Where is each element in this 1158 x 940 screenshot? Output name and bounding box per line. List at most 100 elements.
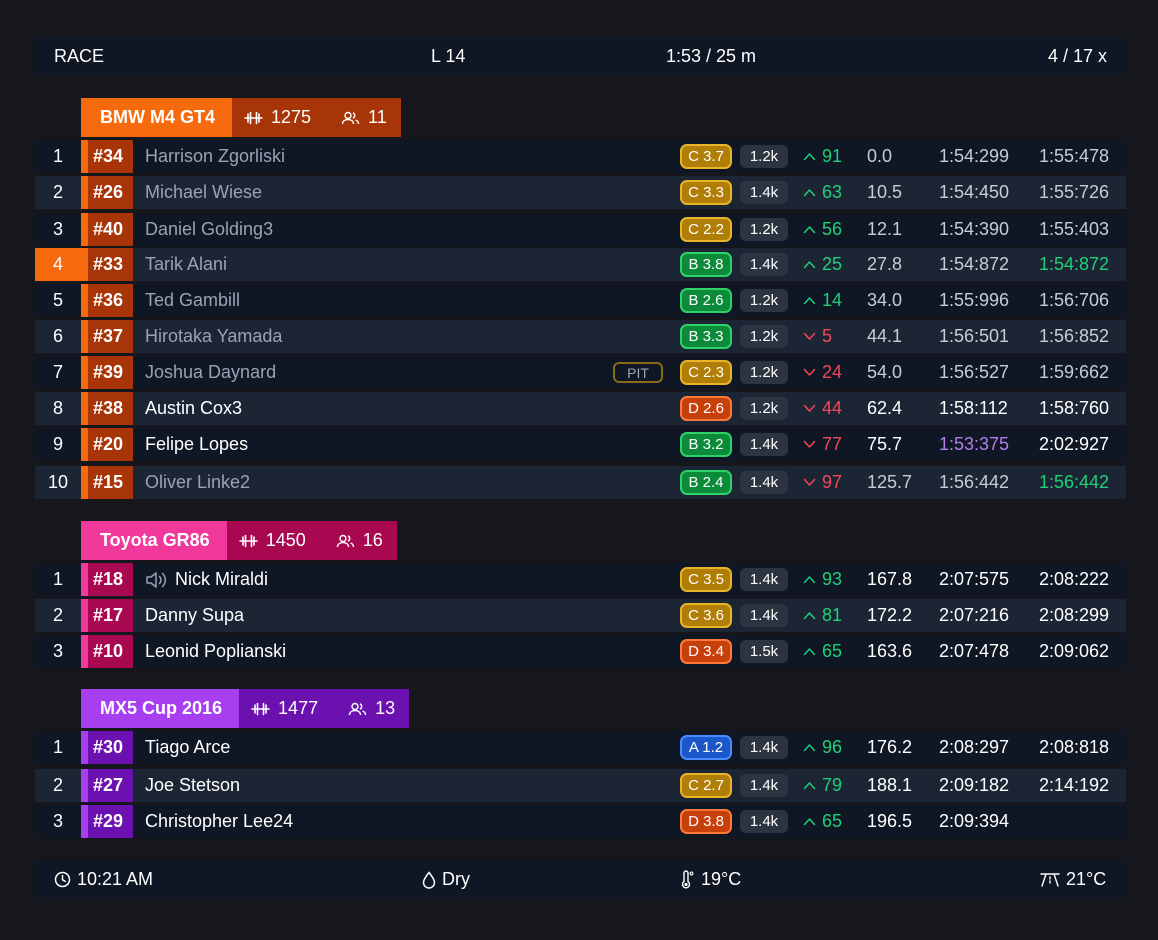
license-badge: D 3.4 [680, 639, 732, 664]
delta-value: 65 [822, 641, 843, 661]
table-row[interactable]: 1 #30 Tiago Arce A 1.2 1.4k 96 176.2 2:08:297 2:… [35, 731, 1126, 764]
table-row[interactable]: 9 #20 Felipe Lopes B 3.2 1.4k 77 75.7 1:53:375 2… [35, 428, 1126, 461]
car-number-text: #17 [93, 605, 124, 625]
driver-cell[interactable]: Felipe Lopes [145, 428, 248, 461]
class-name: MX5 Cup 2016 [81, 689, 240, 728]
driver-name: Tiago Arce [145, 737, 231, 757]
car-number-text: #36 [93, 290, 124, 310]
speaker-icon [145, 570, 169, 590]
car-number-text: #10 [93, 641, 124, 661]
car-number: #20 [81, 428, 133, 461]
driver-name: Joshua Daynard [145, 362, 277, 382]
delta-value: 97 [822, 472, 843, 492]
table-row[interactable]: 6 #37 Hirotaka Yamada B 3.3 1.2k 5 44.1 1:56:50… [35, 320, 1126, 353]
irating-badge: 1.4k [740, 774, 788, 797]
driver-name: Leonid Poplianski [145, 641, 287, 661]
driver-name: Daniel Golding3 [145, 219, 274, 239]
driver-cell[interactable]: Joshua Daynard [145, 356, 276, 389]
delta-value: 65 [822, 811, 843, 831]
driver-cell[interactable]: Leonid Poplianski [145, 635, 286, 668]
class-color-stripe [81, 563, 88, 596]
table-row[interactable]: 2 #17 Danny Supa C 3.6 1.4k 81 172.2 2:07:216 2:… [35, 599, 1126, 632]
irating-badge: 1.2k [740, 325, 788, 348]
position: 9 [52, 434, 63, 454]
driver-cell[interactable]: Austin Cox3 [145, 392, 242, 425]
last-lap: 1:55:726 [1039, 182, 1110, 202]
best-lap: 1:54:872 [939, 254, 1010, 274]
class-color-stripe [81, 428, 88, 461]
license-badge: C 2.7 [680, 773, 732, 798]
driver-name: Oliver Linke2 [145, 472, 251, 492]
last-lap: 1:54:872 [1039, 254, 1110, 274]
delta-value: 25 [822, 254, 843, 274]
license-badge: D 2.6 [680, 396, 732, 421]
table-row[interactable]: 7 #39 Joshua Daynard PIT C 2.3 1.2k 24 54.0 1:56… [35, 356, 1126, 389]
class-color-stripe [81, 320, 88, 353]
table-row[interactable]: 2 #26 Michael Wiese C 3.3 1.4k 63 10.5 1:54:450… [35, 176, 1126, 209]
driver-cell[interactable]: Nick Miraldi [145, 563, 268, 596]
driver-cell[interactable]: Tarik Alani [145, 248, 227, 281]
gap-to-leader: 167.8 [867, 569, 913, 589]
delta-value: 77 [822, 434, 843, 454]
car-number-text: #40 [93, 219, 124, 239]
class-stats: 1477 13 [239, 689, 410, 728]
irating-badge: 1.4k [740, 568, 788, 591]
table-row[interactable]: 3 #29 Christopher Lee24 D 3.8 1.4k 65 196.5 2:0… [35, 805, 1126, 838]
driver-cell[interactable]: Michael Wiese [145, 176, 262, 209]
table-row[interactable]: 1 #18 Nick Miraldi C 3.5 1.4k 93 167.8 2:07:575… [35, 563, 1126, 596]
car-number: #27 [81, 769, 133, 802]
position: 10 [47, 472, 69, 492]
gap-to-leader: 27.8 [867, 254, 903, 274]
delta-value: 93 [822, 569, 843, 589]
table-row[interactable]: 2 #27 Joe Stetson C 2.7 1.4k 79 188.1 2:09:182 2… [35, 769, 1126, 802]
delta-value: 56 [822, 219, 843, 239]
license-badge: B 3.3 [680, 324, 732, 349]
driver-cell[interactable]: Harrison Zgorliski [145, 140, 285, 173]
delta-value: 79 [822, 775, 843, 795]
thermometer-icon [679, 869, 695, 890]
irating-delta: 65 [803, 805, 842, 838]
class-color-stripe [81, 635, 88, 668]
delta-value: 91 [822, 146, 843, 166]
driver-cell[interactable]: Tiago Arce [145, 731, 230, 764]
table-row[interactable]: 3 #40 Daniel Golding3 C 2.2 1.2k 56 12.1 1:54:3… [35, 213, 1126, 246]
table-row[interactable]: 10 #15 Oliver Linke2 B 2.4 1.4k 97 125.7 1:56:4… [35, 466, 1126, 499]
irating-delta: 25 [803, 248, 842, 281]
droplet-icon [422, 870, 436, 889]
driver-cell[interactable]: Daniel Golding3 [145, 213, 273, 246]
table-row[interactable]: 3 #10 Leonid Poplianski D 3.4 1.5k 65 163.6 2:0… [35, 635, 1126, 668]
best-lap: 1:54:299 [939, 146, 1010, 166]
car-count: 11 [368, 107, 387, 127]
driver-cell[interactable]: Joe Stetson [145, 769, 240, 802]
conditions-footer-bar: 10:21 AM Dry 19°C 21°C [35, 860, 1126, 898]
car-number: #17 [81, 599, 133, 632]
gap-to-leader: 188.1 [867, 775, 913, 795]
car-number-text: #29 [93, 811, 124, 831]
gap-to-leader: 12.1 [867, 219, 903, 239]
table-row[interactable]: 8 #38 Austin Cox3 D 2.6 1.2k 44 62.4 1:58:112 1:… [35, 392, 1126, 425]
class-color-stripe [81, 599, 88, 632]
car-number: #10 [81, 635, 133, 668]
driver-cell[interactable]: Hirotaka Yamada [145, 320, 282, 353]
driver-cell[interactable]: Christopher Lee24 [145, 805, 293, 838]
strength-of-field: 1275 [271, 107, 312, 127]
last-lap: 2:08:299 [1039, 605, 1110, 625]
class-color-stripe [81, 731, 88, 764]
air-temp-group: 19°C [679, 869, 741, 890]
gap-to-leader: 0.0 [867, 146, 893, 166]
irating-badge: 1.4k [740, 181, 788, 204]
class-color-stripe [81, 140, 88, 173]
table-row[interactable]: 4 #33 Tarik Alani B 3.8 1.4k 25 27.8 1:54:872 1:… [35, 248, 1126, 281]
irating-delta: 5 [803, 320, 832, 353]
driver-cell[interactable]: Oliver Linke2 [145, 466, 250, 499]
table-row[interactable]: 1 #34 Harrison Zgorliski C 3.7 1.2k 91 0.0 1:54… [35, 140, 1126, 173]
last-lap: 2:08:222 [1039, 569, 1110, 589]
arrow-down-icon [803, 368, 816, 377]
irating-delta: 91 [803, 140, 842, 173]
driver-cell[interactable]: Danny Supa [145, 599, 244, 632]
gap-to-leader: 34.0 [867, 290, 903, 310]
driver-cell[interactable]: Ted Gambill [145, 284, 240, 317]
delta-value: 14 [822, 290, 843, 310]
table-row[interactable]: 5 #36 Ted Gambill B 2.6 1.2k 14 34.0 1:55:996 1:… [35, 284, 1126, 317]
arrow-up-icon [803, 575, 816, 584]
